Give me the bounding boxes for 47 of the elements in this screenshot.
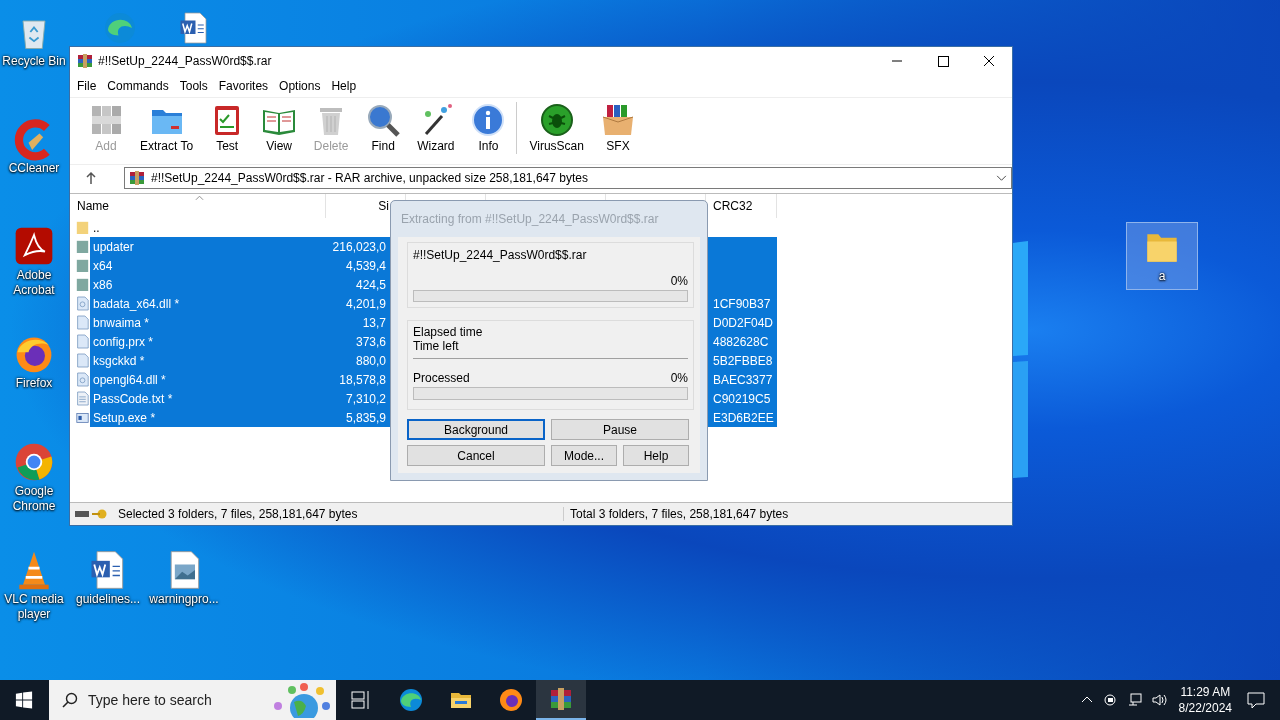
file-size: 373,6 bbox=[355, 334, 386, 349]
icon-label: VLC media player bbox=[3, 592, 65, 622]
file-size: 424,5 bbox=[355, 277, 386, 292]
icon-label: guidelines... bbox=[75, 592, 140, 607]
file-name: badata_x64.dll * bbox=[92, 296, 181, 311]
icon-label: CCleaner bbox=[8, 161, 60, 176]
file-crc: BAEC3377 bbox=[713, 372, 773, 387]
file-crc: 4882628C bbox=[713, 334, 769, 349]
file-crc: C90219C5 bbox=[713, 391, 771, 406]
file-size: 216,023,0 bbox=[332, 239, 386, 254]
file-size: 18,578,8 bbox=[339, 372, 386, 387]
file-crc: 1CF90B37 bbox=[713, 296, 771, 311]
file-name: x64 bbox=[92, 258, 114, 273]
file-name: updater bbox=[92, 239, 135, 254]
status-text: Total 3 folders, 7 files, 258,181,647 bytes bbox=[563, 507, 789, 521]
file-name: bnwaima * bbox=[92, 315, 151, 330]
icon-label: warningpro... bbox=[149, 592, 219, 607]
file-name: x86 bbox=[92, 277, 114, 292]
file-size: 4,539,4 bbox=[345, 258, 386, 273]
icon-label: Adobe Acrobat bbox=[12, 268, 56, 298]
file-name: opengl64.dll * bbox=[92, 372, 167, 387]
time-text: 11:29 AM bbox=[1180, 684, 1231, 700]
time-label: Elapsed time bbox=[413, 325, 484, 339]
status-text: Selected 3 folders, 7 files, 258,181,647 bytes bbox=[118, 507, 359, 521]
window-title: #!!SetUp_2244_PassW0rd$$.rar bbox=[98, 54, 273, 68]
file-name: config.prx * bbox=[92, 334, 155, 349]
processed-label: Processed bbox=[413, 371, 470, 385]
file-size: 7,310,2 bbox=[345, 391, 386, 406]
file-size: 5,835,9 bbox=[345, 410, 386, 425]
icon-label: Google Chrome bbox=[11, 484, 57, 514]
file-crc: 5B2FBBE8 bbox=[713, 353, 773, 368]
file-name: PassCode.txt * bbox=[92, 391, 174, 406]
file-crc: D0D2F04D bbox=[713, 315, 774, 330]
file-size: 13,7 bbox=[362, 315, 386, 330]
archive-name: #!!SetUp_2244_PassW0rd$$.rar bbox=[413, 248, 588, 262]
file-name: Setup.exe * bbox=[92, 410, 157, 425]
percent-text: 0% bbox=[669, 274, 688, 288]
date-text: 8/22/2024 bbox=[1178, 700, 1232, 716]
file-crc: E3D6B2EE bbox=[713, 410, 774, 425]
icon-label: a bbox=[1158, 269, 1166, 284]
time-label: Time left bbox=[413, 339, 460, 353]
icon-label: Firefox bbox=[15, 376, 53, 391]
icon-label: Recycle Bin bbox=[2, 54, 66, 69]
percent-text: 0% bbox=[670, 371, 688, 385]
file-size: 4,201,9 bbox=[345, 296, 386, 311]
file-size: 880,0 bbox=[355, 353, 386, 368]
file-name: ksgckkd * bbox=[92, 353, 146, 368]
